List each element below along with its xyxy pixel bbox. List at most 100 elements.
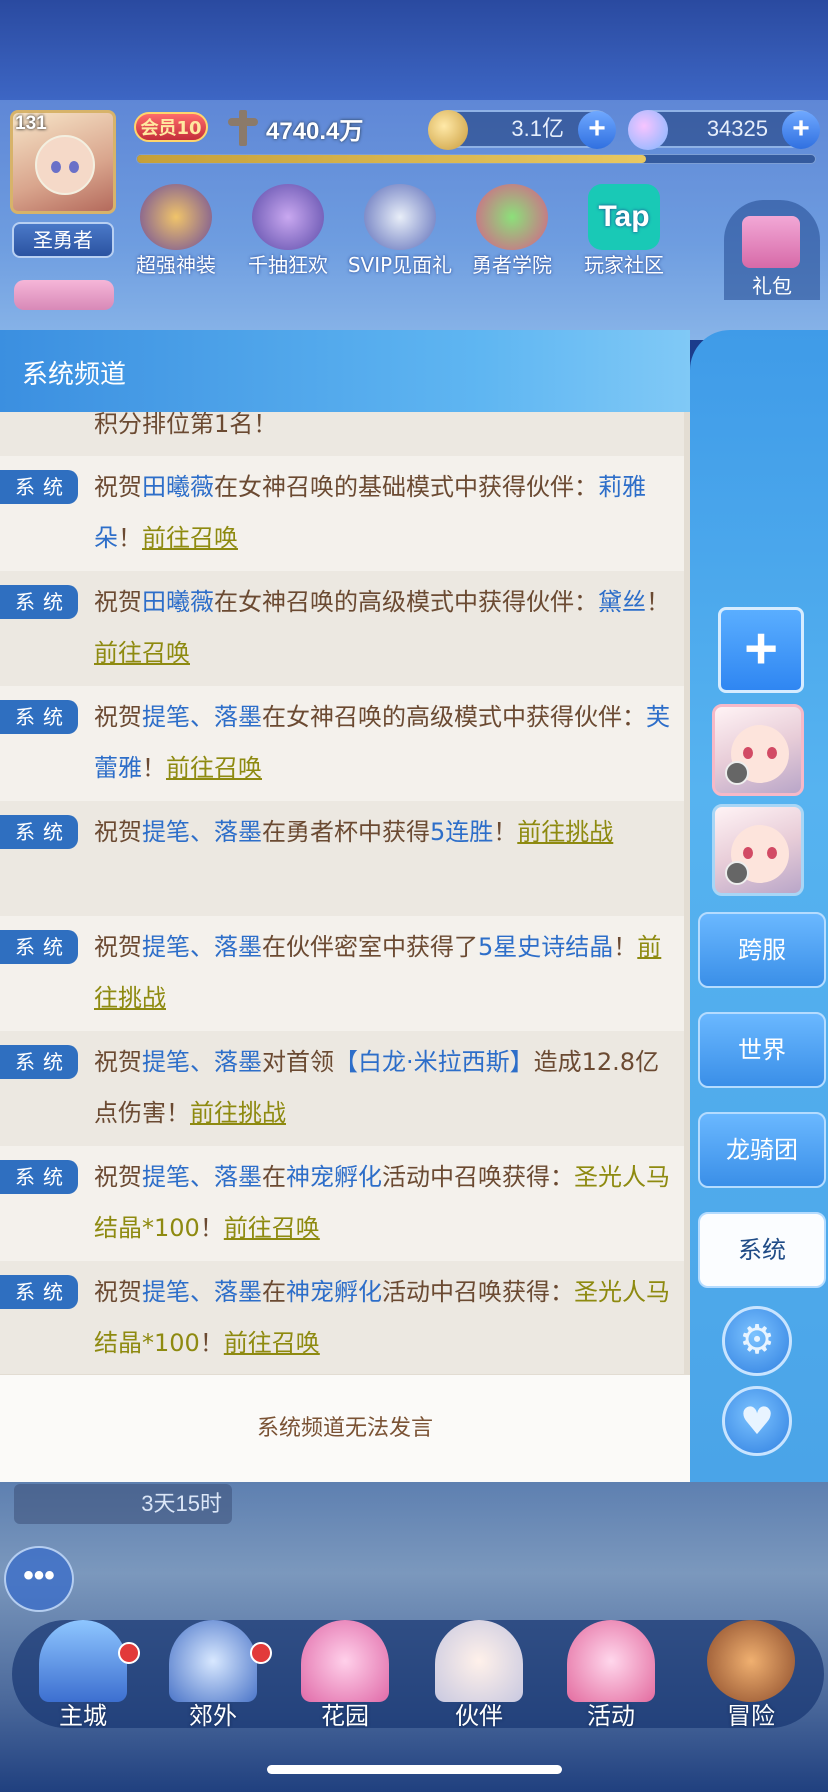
hero-portrait-1[interactable] [712,704,804,796]
chat-disabled-notice: 系统频道无法发言 [0,1374,690,1482]
system-tag: 系统 [0,930,78,964]
message-list[interactable]: 积分排位第1名！ 系统 祝贺田曦薇在女神召唤的基础模式中获得伙伴：莉雅朵！前往召唤… [0,412,684,1374]
message-action-link[interactable]: 前往挑战 [190,1099,286,1127]
nav-events[interactable]: 活动 [556,1620,666,1730]
message-body: 祝贺田曦薇在女神召唤的基础模式中获得伙伴：莉雅朵！前往召唤 [94,462,674,564]
player-name-link[interactable]: 提笔、落墨 [142,933,262,961]
armor-chest-icon [140,184,212,250]
gift-label: 礼包 [752,274,792,298]
message-text: 祝贺 [94,1048,142,1076]
message-scrollbar[interactable] [684,412,690,1374]
message-action-link[interactable]: 前往挑战 [517,818,613,846]
system-tag: 系统 [0,1275,78,1309]
feature-thousand-draws[interactable]: 千抽狂欢 [232,184,344,278]
vip-badge[interactable]: 会员10 [134,112,208,142]
favorite-heart-icon[interactable]: ♥ [722,1386,792,1456]
chat-bubble-icon[interactable]: ••• [4,1546,74,1612]
message-text: 祝贺 [94,703,142,731]
event-timer: 3天15时 [14,1484,232,1524]
player-avatar[interactable]: 131 [10,110,116,214]
settings-gear-icon[interactable]: ⚙ [722,1306,792,1376]
message-partial-text: 积分排位第1名！ [94,412,278,438]
message-body: 祝贺提笔、落墨在神宠孵化活动中召唤获得：圣光人马结晶*100！前往召唤 [94,1152,674,1254]
player-name-link[interactable]: 提笔、落墨 [142,1048,262,1076]
gold-coin-icon [428,110,468,150]
experience-bar [136,154,816,164]
player-name-link[interactable]: 提笔、落墨 [142,818,262,846]
nav-main-city[interactable]: 主城 [28,1620,140,1730]
status-dot [725,761,749,785]
player-name-link[interactable]: 田曦薇 [142,473,214,501]
compass-icon [707,1620,795,1702]
message-text: 祝贺 [94,588,142,616]
system-tag: 系统 [0,1160,78,1194]
player-title-badge[interactable]: 圣勇者 [12,222,114,258]
channel-system[interactable]: 系统 [698,1212,826,1288]
player-name-link[interactable]: 提笔、落墨 [142,703,262,731]
message-text: ！ [646,588,670,616]
chat-header-title: 系统频道 [0,330,690,412]
player-name-link[interactable]: 提笔、落墨 [142,1163,262,1191]
message-text: 在伙伴密室中获得了 [262,933,478,961]
message-text: 祝贺 [94,1163,142,1191]
nav-adventure[interactable]: 冒险 [696,1620,806,1730]
message-body: 祝贺提笔、落墨在伙伴密室中获得了5星史诗结晶！前往挑战 [94,922,674,1024]
message-row: 系统 祝贺提笔、落墨在伙伴密室中获得了5星史诗结晶！前往挑战 [0,916,684,1031]
message-text: 【白龙·米拉西斯】 [334,1048,534,1076]
channel-guild[interactable]: 龙骑团 [698,1112,826,1188]
card-icon [252,184,324,250]
message-row: 系统 祝贺提笔、落墨在神宠孵化活动中召唤获得：圣光人马结晶*100！前往召唤 [0,1146,684,1261]
message-action-link[interactable]: 前往召唤 [166,754,262,782]
add-gold-button[interactable]: + [578,111,616,149]
hero-portrait-2[interactable] [712,804,804,896]
add-channel-button[interactable]: + [718,607,804,693]
message-text: 在女神召唤的基础模式中获得伙伴： [214,473,598,501]
status-dot [725,861,749,885]
player-name-link[interactable]: 提笔、落墨 [142,1278,262,1306]
message-text: ！ [493,818,518,846]
home-indicator[interactable] [267,1765,562,1774]
message-text: 祝贺 [94,1278,142,1306]
gift-icon [567,1620,655,1702]
message-body: 祝贺提笔、落墨在神宠孵化活动中召唤获得：圣光人马结晶*100！前往召唤 [94,1267,674,1369]
left-gift-icon[interactable] [14,280,114,310]
message-text: 在 [262,1163,286,1191]
message-text: 对首领 [262,1048,334,1076]
add-gem-button[interactable]: + [782,111,820,149]
top-background [0,0,828,100]
gold-value: 3.1亿 [511,116,564,141]
message-row: 系统 祝贺提笔、落墨在神宠孵化活动中召唤获得：圣光人马结晶*100！前往召唤 [0,1261,684,1374]
sword-icon [226,108,260,148]
message-text: 活动中召唤获得： [382,1163,574,1191]
message-text: 祝贺 [94,818,142,846]
message-text: 黛丝 [598,588,646,616]
heart-icon [301,1620,389,1702]
nav-garden[interactable]: 花园 [290,1620,400,1730]
player-name-link[interactable]: 田曦薇 [142,588,214,616]
message-action-link[interactable]: 前往召唤 [94,639,190,667]
message-row: 系统 祝贺田曦薇在女神召唤的高级模式中获得伙伴：黛丝！ 前往召唤 [0,571,684,686]
feature-label: 勇者学院 [472,253,552,277]
message-action-link[interactable]: 前往召唤 [224,1214,320,1242]
feature-super-equipment[interactable]: 超强神装 [120,184,232,278]
message-text: 在勇者杯中获得 [262,818,430,846]
channel-cross-server[interactable]: 跨服 [698,912,826,988]
nav-suburbs[interactable]: 郊外 [158,1620,272,1730]
channel-world[interactable]: 世界 [698,1012,826,1088]
gift-box-icon [742,216,800,268]
avatar-face [35,135,95,195]
message-text: 祝贺 [94,473,142,501]
message-row: 系统 祝贺提笔、落墨对首领【白龙·米拉西斯】造成12.8亿点伤害！前往挑战 [0,1031,684,1146]
feature-label: SVIP见面礼 [347,253,453,277]
feature-player-community[interactable]: Tap 玩家社区 [568,184,680,278]
message-action-link[interactable]: 前往召唤 [224,1329,320,1357]
feature-svip-gift[interactable]: SVIP见面礼 [344,184,456,278]
message-action-link[interactable]: 前往召唤 [142,524,238,552]
feature-hero-academy[interactable]: 勇者学院 [456,184,568,278]
nav-partners[interactable]: 伙伴 [424,1620,534,1730]
message-text: 活动中召唤获得： [382,1278,574,1306]
gift-pack-button[interactable]: 礼包 [724,200,820,300]
combat-power: 4740.4万 [226,108,363,148]
notification-dot [118,1642,140,1664]
message-text: ！ [118,524,142,552]
